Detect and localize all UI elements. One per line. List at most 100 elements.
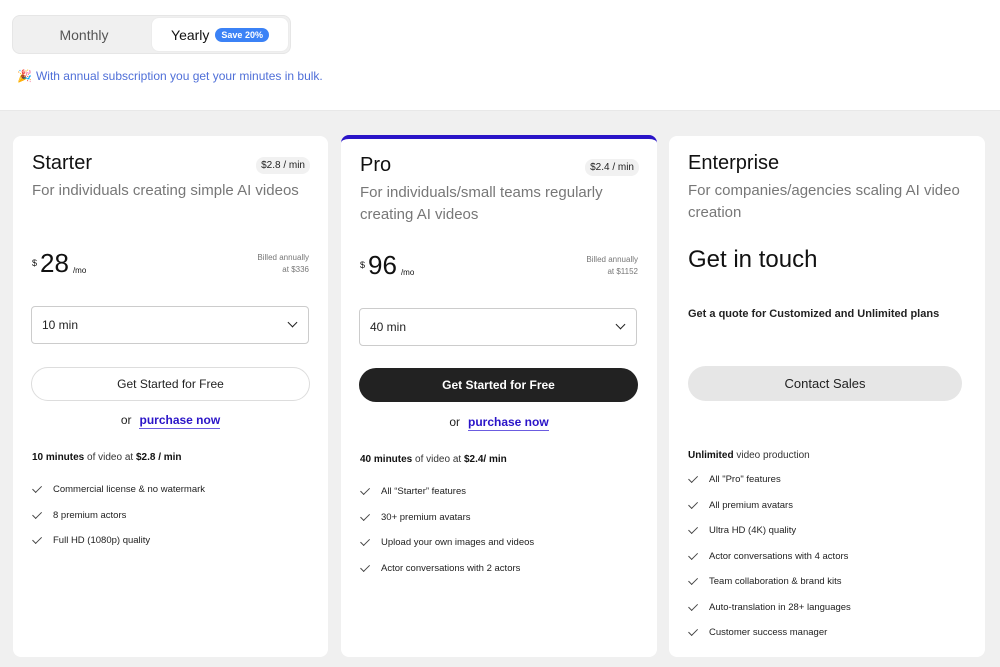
feature-item: Ultra HD (4K) quality	[688, 518, 851, 544]
feature-list: All “Starter” features 30+ premium avata…	[360, 479, 534, 581]
plan-name: Enterprise	[688, 152, 780, 174]
price-period: /mo	[72, 266, 87, 275]
price: $ 28 /mo	[32, 248, 86, 278]
save-badge: Save 20%	[215, 27, 269, 42]
headline-rate: $2.4/ min	[463, 454, 507, 465]
or-text: or	[120, 413, 132, 427]
check-icon	[32, 508, 43, 519]
headline-unlimited: Unlimited	[688, 450, 734, 461]
billed-annually-note: Billed annually at $336	[257, 252, 309, 276]
purchase-now-link[interactable]: purchase now	[139, 413, 221, 429]
billing-period-toggle: Monthly Yearly Save 20%	[12, 15, 291, 54]
feature-item: Team collaboration & brand kits	[688, 569, 851, 595]
features-headline: Unlimited video production	[688, 450, 810, 461]
feature-text: 30+ premium avatars	[381, 511, 471, 523]
check-icon	[688, 600, 699, 611]
currency-symbol: $	[32, 258, 38, 268]
rate-chip: $2.8 / min	[256, 157, 310, 174]
features-headline: 40 minutes of video at $2.4/ min	[360, 454, 507, 465]
feature-text: Commercial license & no watermark	[53, 484, 206, 496]
get-started-button[interactable]: Get Started for Free	[359, 368, 638, 402]
minutes-select[interactable]: 10 min	[31, 306, 309, 344]
feature-item: 30+ premium avatars	[360, 505, 534, 531]
feature-item: All “Starter” features	[360, 479, 534, 505]
plan-name: Starter	[32, 152, 93, 174]
get-in-touch-heading: Get in touch	[688, 246, 818, 273]
feature-item: All "Pro" features	[688, 467, 851, 493]
minutes-select-value: 10 min	[42, 318, 79, 332]
check-icon	[360, 485, 371, 496]
billing-header: Monthly Yearly Save 20% 🎉 With annual su…	[0, 0, 1000, 110]
party-popper-icon: 🎉	[17, 69, 32, 83]
price-amount: 96	[368, 250, 397, 280]
plan-description: For companies/agencies scaling AI video …	[688, 182, 960, 221]
or-text: or	[449, 415, 460, 429]
feature-text: Actor conversations with 4 actors	[709, 550, 849, 562]
feature-text: Ultra HD (4K) quality	[709, 525, 797, 537]
toggle-monthly-label: Monthly	[59, 26, 109, 43]
feature-text: Customer success manager	[709, 627, 828, 639]
feature-list: Commercial license & no watermark 8 prem…	[32, 477, 205, 554]
check-icon	[688, 549, 699, 560]
headline-minutes: 40 minutes	[360, 454, 413, 465]
feature-text: Upload your own images and videos	[381, 537, 535, 549]
minutes-select[interactable]: 40 min	[359, 308, 637, 346]
price-period: /mo	[400, 268, 415, 277]
feature-text: Actor conversations with 2 actors	[381, 562, 521, 574]
plan-description: For individuals creating simple AI video…	[32, 182, 299, 199]
billed-total: at $1152	[607, 267, 638, 276]
headline-rate: $2.8 / min	[135, 452, 182, 463]
feature-item: Actor conversations with 4 actors	[688, 544, 851, 570]
check-icon	[360, 561, 371, 572]
billed-line: Billed annually	[257, 253, 309, 262]
feature-text: Team collaboration & brand kits	[709, 576, 842, 588]
check-icon	[32, 534, 43, 545]
purchase-line: or purchase now	[13, 413, 328, 429]
feature-text: All “Starter” features	[381, 486, 466, 498]
billed-line: Billed annually	[586, 255, 638, 264]
bulk-note: 🎉 With annual subscription you get your …	[17, 69, 323, 83]
feature-item: Auto-translation in 28+ languages	[688, 595, 851, 621]
bulk-note-text: With annual subscription you get your mi…	[35, 69, 323, 83]
headline-text: of video at	[412, 454, 464, 465]
currency-symbol: $	[360, 260, 366, 270]
feature-text: All "Pro" features	[709, 474, 781, 486]
toggle-yearly[interactable]: Yearly Save 20%	[152, 18, 288, 51]
check-icon	[688, 524, 699, 535]
plan-card-starter: Starter $2.8 / min For individuals creat…	[13, 136, 328, 657]
toggle-monthly[interactable]: Monthly	[15, 18, 153, 51]
feature-item: Full HD (1080p) quality	[32, 528, 205, 554]
headline-minutes: 10 minutes	[32, 452, 85, 463]
rate-chip: $2.4 / min	[585, 159, 639, 176]
contact-sales-button[interactable]: Contact Sales	[688, 366, 962, 401]
feature-item: All premium avatars	[688, 493, 851, 519]
billed-total: at $336	[282, 265, 309, 274]
purchase-line: or purchase now	[341, 415, 657, 431]
check-icon	[688, 473, 699, 484]
get-started-button[interactable]: Get Started for Free	[31, 367, 310, 401]
check-icon	[360, 536, 371, 547]
check-icon	[688, 498, 699, 509]
plan-card-enterprise: Enterprise For companies/agencies scalin…	[669, 136, 985, 657]
feature-item: Customer success manager	[688, 620, 851, 646]
plan-description: For individuals/small teams regularly cr…	[360, 184, 603, 223]
price-amount: 28	[40, 248, 69, 278]
billed-annually-note: Billed annually at $1152	[586, 254, 638, 278]
chevron-down-icon	[287, 317, 298, 328]
feature-item: Actor conversations with 2 actors	[360, 556, 534, 582]
minutes-select-value: 40 min	[370, 320, 407, 334]
headline-text: video production	[733, 450, 810, 461]
check-icon	[688, 575, 699, 586]
check-icon	[688, 626, 699, 637]
purchase-now-link[interactable]: purchase now	[467, 415, 549, 431]
feature-text: All premium avatars	[709, 499, 793, 511]
check-icon	[32, 483, 43, 494]
features-headline: 10 minutes of video at $2.8 / min	[32, 452, 182, 463]
feature-text: Auto-translation in 28+ languages	[709, 601, 851, 613]
feature-text: 8 premium actors	[53, 509, 127, 521]
feature-list: All "Pro" features All premium avatars U…	[688, 467, 851, 646]
headline-text: of video at	[84, 452, 136, 463]
feature-item: Commercial license & no watermark	[32, 477, 205, 503]
plan-name: Pro	[360, 154, 392, 176]
plan-card-pro: Pro $2.4 / min For individuals/small tea…	[341, 135, 657, 657]
